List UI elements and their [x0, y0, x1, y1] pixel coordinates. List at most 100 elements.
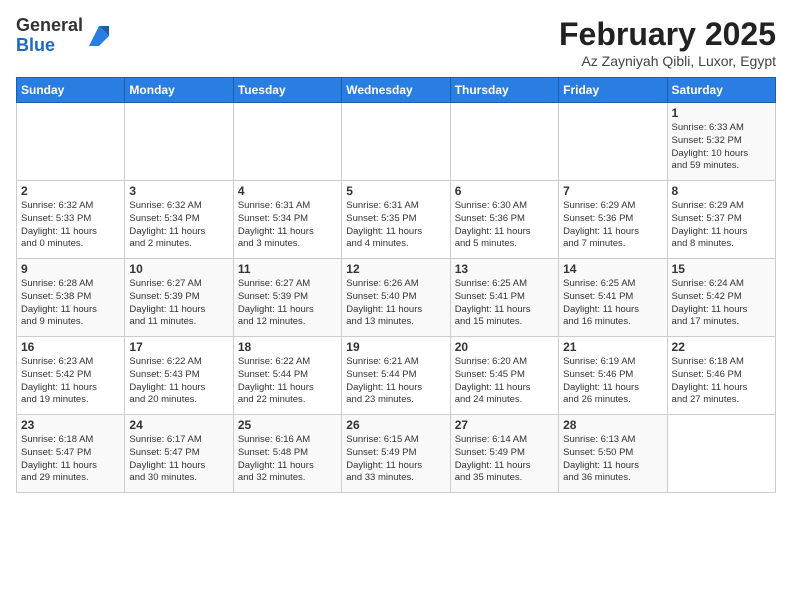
day-info: Sunrise: 6:19 AM Sunset: 5:46 PM Dayligh…	[563, 356, 662, 407]
table-row	[450, 103, 558, 181]
day-number: 18	[238, 340, 337, 354]
table-row	[125, 103, 233, 181]
day-number: 1	[672, 106, 771, 120]
table-row: 19Sunrise: 6:21 AM Sunset: 5:44 PM Dayli…	[342, 337, 450, 415]
table-row: 2 Sunrise: 6:32 AM Sunset: 5:33 PM Daylig…	[17, 181, 125, 259]
day-info: Sunrise: 6:26 AM Sunset: 5:40 PM Dayligh…	[346, 278, 445, 329]
day-info: Sunrise: 6:17 AM Sunset: 5:47 PM Dayligh…	[129, 434, 228, 485]
day-number: 2	[21, 184, 120, 198]
table-row: 7 Sunrise: 6:29 AM Sunset: 5:36 PM Daylig…	[559, 181, 667, 259]
day-number: 20	[455, 340, 554, 354]
day-info: Sunrise: 6:22 AM Sunset: 5:44 PM Dayligh…	[238, 356, 337, 407]
table-row	[342, 103, 450, 181]
logo: General Blue	[16, 16, 113, 56]
logo-blue: Blue	[16, 36, 83, 56]
day-info: Sunrise: 6:32 AM Sunset: 5:33 PM Dayligh…	[21, 200, 120, 251]
day-info: Sunrise: 6:31 AM Sunset: 5:35 PM Dayligh…	[346, 200, 445, 251]
day-number: 17	[129, 340, 228, 354]
col-monday: Monday	[125, 78, 233, 103]
calendar-week-row: 2 Sunrise: 6:32 AM Sunset: 5:33 PM Daylig…	[17, 181, 776, 259]
day-info: Sunrise: 6:20 AM Sunset: 5:45 PM Dayligh…	[455, 356, 554, 407]
day-info: Sunrise: 6:33 AM Sunset: 5:32 PM Dayligh…	[672, 122, 771, 173]
table-row: 8 Sunrise: 6:29 AM Sunset: 5:37 PM Daylig…	[667, 181, 775, 259]
day-info: Sunrise: 6:14 AM Sunset: 5:49 PM Dayligh…	[455, 434, 554, 485]
table-row: 9 Sunrise: 6:28 AM Sunset: 5:38 PM Daylig…	[17, 259, 125, 337]
table-row: 23Sunrise: 6:18 AM Sunset: 5:47 PM Dayli…	[17, 415, 125, 493]
day-info: Sunrise: 6:32 AM Sunset: 5:34 PM Dayligh…	[129, 200, 228, 251]
col-tuesday: Tuesday	[233, 78, 341, 103]
calendar-subtitle: Az Zayniyah Qibli, Luxor, Egypt	[559, 53, 776, 69]
table-row: 24 Sunrise: 6:17 AM Sunset: 5:47 PM Dayli…	[125, 415, 233, 493]
day-info: Sunrise: 6:15 AM Sunset: 5:49 PM Dayligh…	[346, 434, 445, 485]
table-row: 18 Sunrise: 6:22 AM Sunset: 5:44 PM Dayli…	[233, 337, 341, 415]
day-info: Sunrise: 6:18 AM Sunset: 5:47 PM Dayligh…	[21, 434, 120, 485]
day-number: 15	[672, 262, 771, 276]
table-row	[559, 103, 667, 181]
day-number: 8	[672, 184, 771, 198]
logo-general: General	[16, 16, 83, 36]
day-info: Sunrise: 6:13 AM Sunset: 5:50 PM Dayligh…	[563, 434, 662, 485]
day-number: 14	[563, 262, 662, 276]
day-number: 16	[21, 340, 120, 354]
title-block: February 2025 Az Zayniyah Qibli, Luxor, …	[559, 16, 776, 69]
day-number: 11	[238, 262, 337, 276]
calendar-title: February 2025	[559, 16, 776, 53]
col-sunday: Sunday	[17, 78, 125, 103]
day-info: Sunrise: 6:21 AM Sunset: 5:44 PM Dayligh…	[346, 356, 445, 407]
day-number: 13	[455, 262, 554, 276]
day-info: Sunrise: 6:30 AM Sunset: 5:36 PM Dayligh…	[455, 200, 554, 251]
day-number: 6	[455, 184, 554, 198]
table-row: 26 Sunrise: 6:15 AM Sunset: 5:49 PM Dayli…	[342, 415, 450, 493]
day-number: 12	[346, 262, 445, 276]
table-row: 3 Sunrise: 6:32 AM Sunset: 5:34 PM Daylig…	[125, 181, 233, 259]
calendar-header-row: Sunday Monday Tuesday Wednesday Thursday…	[17, 78, 776, 103]
day-info: Sunrise: 6:25 AM Sunset: 5:41 PM Dayligh…	[563, 278, 662, 329]
day-number: 28	[563, 418, 662, 432]
day-number: 5	[346, 184, 445, 198]
day-number: 7	[563, 184, 662, 198]
day-number: 9	[21, 262, 120, 276]
table-row: 17 Sunrise: 6:22 AM Sunset: 5:43 PM Dayli…	[125, 337, 233, 415]
table-row: 14 Sunrise: 6:25 AM Sunset: 5:41 PM Dayli…	[559, 259, 667, 337]
day-info: Sunrise: 6:24 AM Sunset: 5:42 PM Dayligh…	[672, 278, 771, 329]
col-friday: Friday	[559, 78, 667, 103]
day-number: 24	[129, 418, 228, 432]
day-number: 21	[563, 340, 662, 354]
table-row	[233, 103, 341, 181]
col-wednesday: Wednesday	[342, 78, 450, 103]
page: General Blue February 2025 Az Zayniyah Q…	[0, 0, 792, 612]
day-number: 10	[129, 262, 228, 276]
table-row: 21 Sunrise: 6:19 AM Sunset: 5:46 PM Dayli…	[559, 337, 667, 415]
day-info: Sunrise: 6:31 AM Sunset: 5:34 PM Dayligh…	[238, 200, 337, 251]
day-info: Sunrise: 6:28 AM Sunset: 5:38 PM Dayligh…	[21, 278, 120, 329]
table-row: 5 Sunrise: 6:31 AM Sunset: 5:35 PM Daylig…	[342, 181, 450, 259]
table-row: 10Sunrise: 6:27 AM Sunset: 5:39 PM Dayli…	[125, 259, 233, 337]
logo-icon	[85, 22, 113, 50]
day-number: 3	[129, 184, 228, 198]
day-number: 4	[238, 184, 337, 198]
col-thursday: Thursday	[450, 78, 558, 103]
day-info: Sunrise: 6:22 AM Sunset: 5:43 PM Dayligh…	[129, 356, 228, 407]
calendar-week-row: 16 Sunrise: 6:23 AM Sunset: 5:42 PM Dayli…	[17, 337, 776, 415]
table-row: 20 Sunrise: 6:20 AM Sunset: 5:45 PM Dayli…	[450, 337, 558, 415]
table-row: 12 Sunrise: 6:26 AM Sunset: 5:40 PM Dayli…	[342, 259, 450, 337]
table-row: 27 Sunrise: 6:14 AM Sunset: 5:49 PM Dayli…	[450, 415, 558, 493]
day-info: Sunrise: 6:25 AM Sunset: 5:41 PM Dayligh…	[455, 278, 554, 329]
table-row: 11 Sunrise: 6:27 AM Sunset: 5:39 PM Dayli…	[233, 259, 341, 337]
day-info: Sunrise: 6:29 AM Sunset: 5:36 PM Dayligh…	[563, 200, 662, 251]
header: General Blue February 2025 Az Zayniyah Q…	[16, 16, 776, 69]
day-info: Sunrise: 6:16 AM Sunset: 5:48 PM Dayligh…	[238, 434, 337, 485]
calendar-week-row: 23Sunrise: 6:18 AM Sunset: 5:47 PM Dayli…	[17, 415, 776, 493]
table-row: 4 Sunrise: 6:31 AM Sunset: 5:34 PM Daylig…	[233, 181, 341, 259]
day-number: 27	[455, 418, 554, 432]
table-row: 13 Sunrise: 6:25 AM Sunset: 5:41 PM Dayli…	[450, 259, 558, 337]
day-info: Sunrise: 6:27 AM Sunset: 5:39 PM Dayligh…	[238, 278, 337, 329]
table-row: 6 Sunrise: 6:30 AM Sunset: 5:36 PM Daylig…	[450, 181, 558, 259]
day-number: 25	[238, 418, 337, 432]
calendar-week-row: 1 Sunrise: 6:33 AM Sunset: 5:32 PM Daylig…	[17, 103, 776, 181]
day-info: Sunrise: 6:23 AM Sunset: 5:42 PM Dayligh…	[21, 356, 120, 407]
table-row: 15 Sunrise: 6:24 AM Sunset: 5:42 PM Dayli…	[667, 259, 775, 337]
day-number: 26	[346, 418, 445, 432]
table-row: 25 Sunrise: 6:16 AM Sunset: 5:48 PM Dayli…	[233, 415, 341, 493]
day-info: Sunrise: 6:29 AM Sunset: 5:37 PM Dayligh…	[672, 200, 771, 251]
